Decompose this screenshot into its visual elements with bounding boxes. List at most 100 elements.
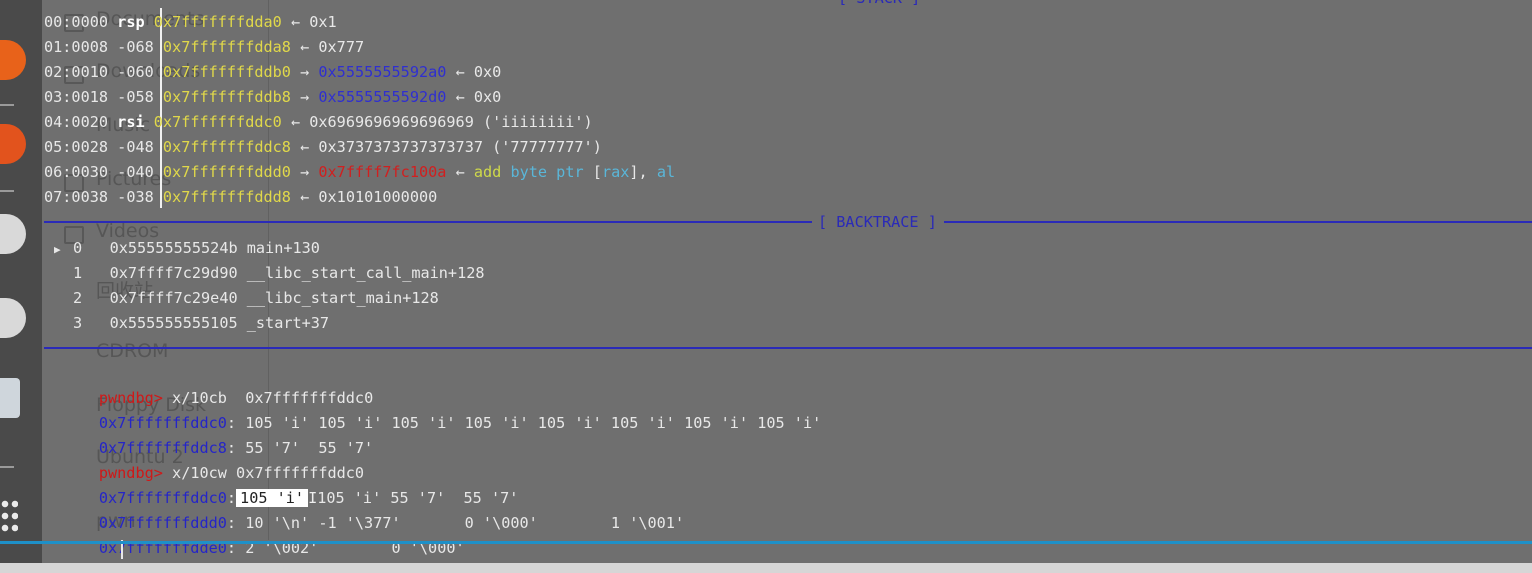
stack-row: 02:0010 -060 0x7fffffffddb0 → 0x55555555… — [44, 60, 501, 84]
stack-row: 07:0038 -038 0x7fffffffddd8 ← 0x10101000… — [44, 185, 437, 209]
frame-symbol: _start+37 — [246, 314, 330, 332]
dock-separator — [0, 104, 14, 106]
stack-value: 0x5555555592a0 — [318, 63, 447, 81]
frame-number: 3 — [73, 314, 83, 332]
stack-value: 0x10101000000 — [318, 188, 438, 206]
stack-register: rsi — [117, 113, 145, 131]
instr-lbr: [ — [592, 163, 602, 181]
stack-register: rsp — [117, 13, 145, 31]
stack-arrow: → — [300, 88, 310, 106]
software-center-icon[interactable] — [0, 124, 26, 164]
output-line-1a: 0x7fffffffddc0: 105 'i' 105 'i' 105 'i' … — [98, 414, 822, 432]
disc-icon[interactable] — [0, 214, 26, 254]
stack-register: -058 — [117, 88, 154, 106]
stack-value: 0x777 — [318, 38, 365, 56]
stack-value: 0x1 — [309, 13, 337, 31]
output-line-2b: 0x7fffffffddd0: 10 '\n' -1 '\377' 0 '\00… — [98, 514, 685, 532]
stack-arrow: ← — [290, 113, 301, 131]
frame-number: 0 — [73, 239, 83, 257]
stack-address: 0x7fffffffddd8 — [162, 188, 291, 206]
instr-op: add — [473, 163, 502, 181]
backtrace-rule-left — [44, 221, 814, 223]
stack-address: 0x7fffffffddd0 — [162, 163, 291, 181]
ubuntu-dock — [0, 0, 42, 573]
app-grid-icon[interactable] — [0, 498, 18, 534]
command-line-1: pwndbg> x/10cb 0x7fffffffddc0 — [44, 362, 373, 407]
stack-register: -068 — [117, 38, 154, 56]
stack-arrow: ← — [300, 38, 310, 56]
output-line-1b: 0x7fffffffddc8: 55 '7' 55 '7' — [98, 439, 374, 457]
stack-row: 00:0000 rsp 0x7fffffffdda0 ← 0x1 — [44, 10, 337, 34]
stack-row: 06:0030 -040 0x7fffffffddd0 → 0x7ffff7fc… — [44, 160, 675, 184]
stack-value: 0x3737373737373737 ('77777777') — [318, 138, 602, 156]
stack-row: 03:0018 -058 0x7fffffffddb8 → 0x55555555… — [44, 85, 501, 109]
stack-header: [ STACK ] — [832, 0, 927, 8]
bottom-panel — [0, 563, 1532, 573]
stack-value: 0x7ffff7fc100a — [318, 163, 447, 181]
frame-address: 0x7ffff7c29e40 — [109, 289, 238, 307]
stack-row: 01:0008 -068 0x7fffffffdda8 ← 0x777 — [44, 35, 364, 59]
frame-number: 2 — [73, 289, 83, 307]
stack-index: 05:0028 — [44, 138, 109, 156]
frame-marker-icon: ▶ — [54, 243, 61, 256]
stack-address: 0x7fffffffddc0 — [153, 113, 282, 131]
instr-reg1: rax — [601, 163, 630, 181]
frame-symbol: __libc_start_main+128 — [246, 289, 439, 307]
backtrace-frame: 1 0x7ffff7c29d90 __libc_start_call_main+… — [54, 261, 485, 285]
frame-symbol: main+130 — [246, 239, 320, 257]
instr-size: byte ptr — [510, 163, 584, 181]
document-icon[interactable] — [0, 378, 20, 418]
stack-register: -038 — [117, 188, 154, 206]
terminal-output[interactable]: [ STACK ] 00:0000 rsp 0x7fffffffdda0 ← 0… — [44, 0, 1532, 573]
stack-index: 00:0000 — [44, 13, 109, 31]
context-end-rule — [44, 347, 1532, 349]
stack-arrow: → — [300, 63, 310, 81]
instr-reg2: al — [656, 163, 676, 181]
stack-index: 01:0008 — [44, 38, 109, 56]
stack-index: 02:0010 — [44, 63, 109, 81]
backtrace-header: [ BACKTRACE ] — [812, 212, 943, 232]
instr-rbr: ], — [629, 163, 648, 181]
frame-address: 0x55555555524b — [109, 239, 238, 257]
command-line-2: pwndbg> x/10cw 0x7fffffffddc0 — [44, 437, 364, 482]
dock-separator — [0, 190, 14, 192]
backtrace-rule-right — [944, 221, 1532, 223]
frame-number: 1 — [73, 264, 83, 282]
stack-index: 03:0018 — [44, 88, 109, 106]
stack-index: 07:0038 — [44, 188, 109, 206]
frame-address: 0x7ffff7c29d90 — [109, 264, 238, 282]
stack-value: 0x6969696969696969 ('iiiiiiii') — [309, 113, 593, 131]
desktop-screen: Documents Downloads Music Pictures Video… — [0, 0, 1532, 573]
stack-deref: ← 0x0 — [455, 88, 502, 106]
stack-arrow: ← — [300, 188, 310, 206]
stack-address: 0x7fffffffdda8 — [162, 38, 291, 56]
app-icon-orange[interactable] — [0, 40, 26, 80]
terminal-status-bar — [0, 541, 1532, 544]
output-line-2c: 0x7fffffffdde0: 2 '\002' 0 '\000' — [98, 539, 465, 557]
instr-arrow: ← — [455, 163, 465, 181]
stack-index: 06:0030 — [44, 163, 109, 181]
backtrace-frame: 2 0x7ffff7c29e40 __libc_start_main+128 — [54, 286, 439, 310]
stack-arrow: ← — [300, 138, 310, 156]
frame-symbol: __libc_start_call_main+128 — [246, 264, 485, 282]
stack-address: 0x7fffffffddb0 — [162, 63, 291, 81]
stack-register: -048 — [117, 138, 154, 156]
stack-value: 0x5555555592d0 — [318, 88, 447, 106]
stack-address: 0x7fffffffddb8 — [162, 88, 291, 106]
output-line-2a: 0x7fffffffddc0: 105 'i' I105 'i' 55 '7' 55… — [98, 489, 519, 507]
stack-address: 0x7fffffffdda0 — [153, 13, 282, 31]
dock-separator — [0, 466, 14, 468]
stack-arrow: ← — [290, 13, 301, 31]
frame-address: 0x555555555105 — [109, 314, 238, 332]
backtrace-frame: 3 0x555555555105 _start+37 — [54, 311, 329, 335]
stack-register: -060 — [117, 63, 154, 81]
stack-register: -040 — [117, 163, 154, 181]
stack-address: 0x7fffffffddc8 — [162, 138, 291, 156]
disc-icon-2[interactable] — [0, 298, 26, 338]
stack-row: 04:0020 rsi 0x7fffffffddc0 ← 0x696969696… — [44, 110, 593, 134]
stack-deref: ← 0x0 — [455, 63, 502, 81]
stack-index: 04:0020 — [44, 113, 109, 131]
backtrace-frame: ▶ 0 0x55555555524b main+130 — [54, 236, 320, 260]
stack-row: 05:0028 -048 0x7fffffffddc8 ← 0x37373737… — [44, 135, 602, 159]
stack-arrow: → — [300, 163, 310, 181]
